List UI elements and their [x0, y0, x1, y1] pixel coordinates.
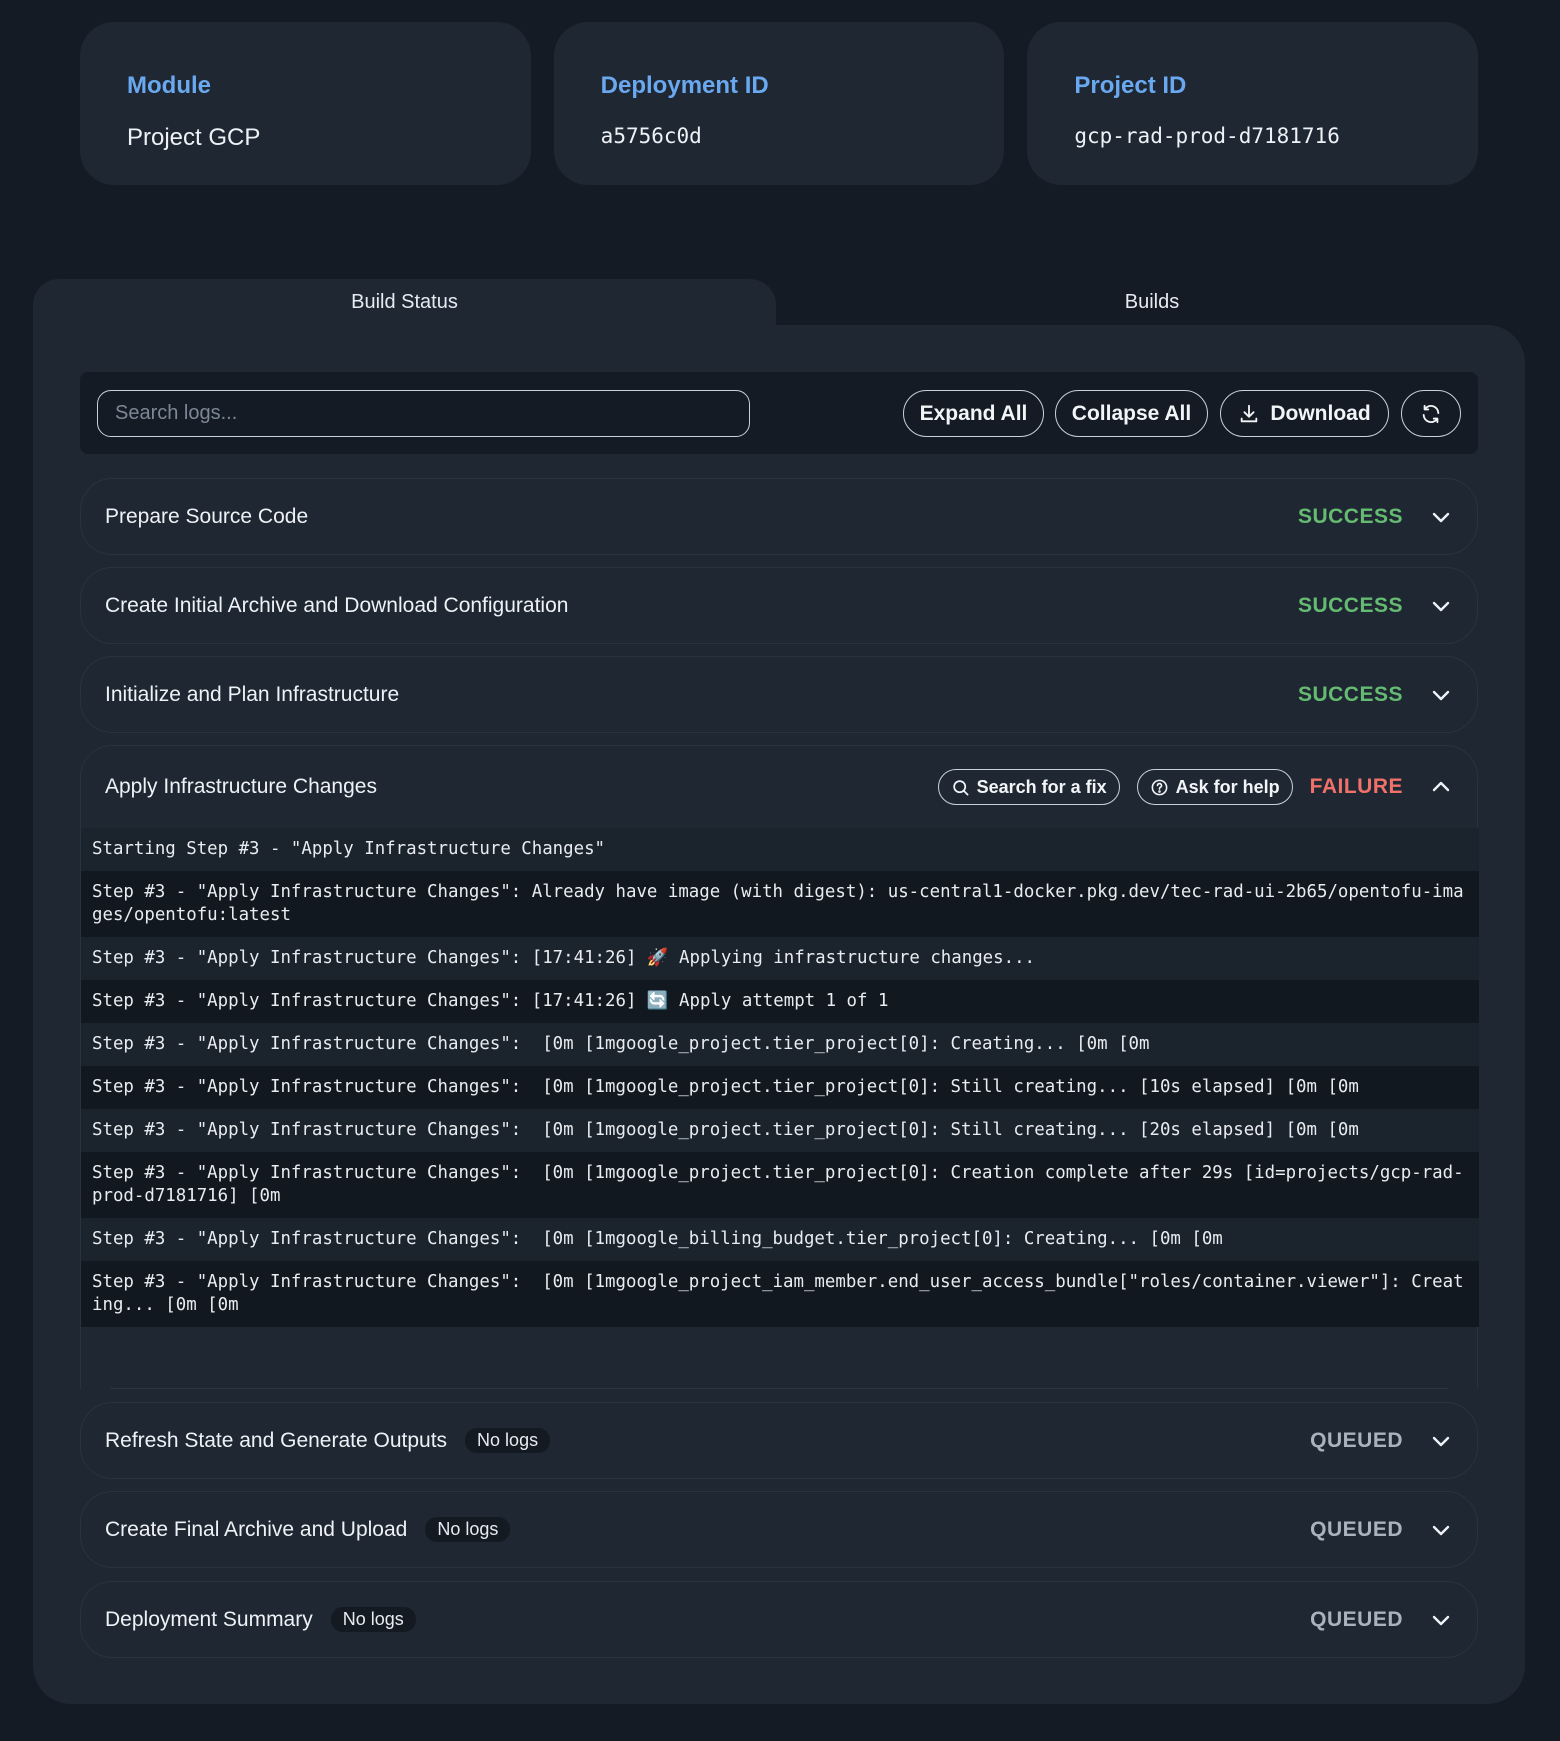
module-label: Module [127, 72, 211, 99]
chevron-down-icon[interactable] [1429, 1518, 1453, 1542]
search-fix-button[interactable]: Search for a fix [937, 769, 1120, 805]
status-badge: FAILURE [1309, 775, 1403, 798]
chevron-down-icon[interactable] [1429, 1429, 1453, 1453]
step-row[interactable]: Refresh State and Generate Outputs No lo… [80, 1402, 1478, 1479]
log-toolbar: Expand All Collapse All Download [80, 372, 1478, 454]
download-label: Download [1270, 401, 1371, 425]
step-title: Apply Infrastructure Changes [105, 775, 377, 798]
log-line: Step #3 - "Apply Infrastructure Changes"… [81, 1218, 1479, 1261]
log-line: Step #3 - "Apply Infrastructure Changes"… [81, 937, 1479, 980]
search-fix-label: Search for a fix [976, 776, 1107, 797]
log-line: Step #3 - "Apply Infrastructure Changes"… [81, 980, 1479, 1023]
refresh-button[interactable] [1401, 390, 1461, 437]
project-id-card: Project ID gcp-rad-prod-d7181716 [1027, 22, 1479, 185]
no-logs-badge: No logs [465, 1428, 551, 1453]
step-row[interactable]: Prepare Source Code SUCCESS [80, 478, 1478, 555]
step-expanded: Apply Infrastructure Changes Search for … [80, 745, 1479, 1389]
refresh-icon [1422, 404, 1440, 423]
no-logs-badge: No logs [425, 1517, 511, 1542]
status-badge: SUCCESS [1297, 593, 1403, 617]
help-circle-icon [1151, 779, 1168, 795]
log-line: Step #3 - "Apply Infrastructure Changes"… [81, 1066, 1479, 1109]
search-icon [952, 779, 969, 795]
collapse-all-label: Collapse All [1071, 401, 1192, 425]
ask-help-button[interactable]: Ask for help [1136, 769, 1293, 805]
step-row[interactable]: Deployment Summary No logs QUEUED [80, 1581, 1478, 1658]
log-output: Starting Step #3 - "Apply Infrastructure… [81, 828, 1479, 1327]
step-title: Initialize and Plan Infrastructure [105, 682, 400, 706]
no-logs-badge: No logs [330, 1607, 416, 1632]
chevron-down-icon[interactable] [1429, 683, 1453, 707]
step-title: Create Initial Archive and Download Conf… [105, 593, 569, 617]
tab-build-status[interactable]: Build Status [33, 279, 776, 353]
log-line: Step #3 - "Apply Infrastructure Changes"… [81, 1261, 1479, 1327]
status-badge: QUEUED [1310, 1607, 1403, 1631]
module-value: Project GCP [127, 124, 261, 151]
module-card: Module Project GCP [80, 22, 531, 185]
download-button[interactable]: Download [1220, 390, 1389, 437]
build-page: Module Project GCP Deployment ID a5756c0… [0, 0, 1560, 1741]
step-row[interactable]: Create Initial Archive and Download Conf… [80, 567, 1478, 644]
step-row[interactable]: Initialize and Plan Infrastructure SUCCE… [80, 656, 1478, 733]
collapse-all-button[interactable]: Collapse All [1055, 390, 1208, 437]
chevron-down-icon[interactable] [1429, 1608, 1453, 1632]
step-title: Create Final Archive and Upload [105, 1517, 408, 1541]
deployment-id-card: Deployment ID a5756c0d [553, 22, 1005, 185]
status-badge: QUEUED [1310, 1517, 1403, 1541]
log-line: Starting Step #3 - "Apply Infrastructure… [81, 828, 1479, 871]
chevron-down-icon[interactable] [1429, 505, 1453, 529]
tab-builds[interactable]: Builds [776, 279, 1528, 325]
log-line: Step #3 - "Apply Infrastructure Changes"… [81, 1023, 1479, 1066]
step-title: Prepare Source Code [105, 504, 309, 528]
step-header[interactable]: Apply Infrastructure Changes Search for … [81, 746, 1477, 828]
status-badge: SUCCESS [1297, 504, 1403, 528]
status-badge: SUCCESS [1297, 682, 1403, 706]
divider [110, 1388, 1448, 1389]
search-logs-input[interactable] [97, 390, 750, 437]
expand-all-label: Expand All [919, 401, 1028, 425]
info-cards: Module Project GCP Deployment ID a5756c0… [80, 22, 1479, 185]
status-badge: QUEUED [1310, 1428, 1403, 1452]
step-title: Deployment Summary [105, 1607, 313, 1631]
download-icon [1241, 404, 1258, 422]
chevron-up-icon[interactable] [1429, 775, 1453, 799]
log-line: Step #3 - "Apply Infrastructure Changes"… [81, 1152, 1479, 1218]
log-line: Step #3 - "Apply Infrastructure Changes"… [81, 871, 1479, 937]
chevron-down-icon[interactable] [1429, 594, 1453, 618]
step-title: Refresh State and Generate Outputs [105, 1428, 448, 1452]
deployment-id-label: Deployment ID [600, 72, 769, 99]
log-line: Step #3 - "Apply Infrastructure Changes"… [81, 1109, 1479, 1152]
project-id-value: gcp-rad-prod-d7181716 [1074, 124, 1340, 148]
deployment-id-value: a5756c0d [600, 124, 702, 148]
project-id-label: Project ID [1074, 72, 1187, 99]
expand-all-button[interactable]: Expand All [903, 390, 1044, 437]
step-row[interactable]: Create Final Archive and Upload No logs … [80, 1491, 1478, 1568]
ask-help-label: Ask for help [1175, 776, 1280, 797]
